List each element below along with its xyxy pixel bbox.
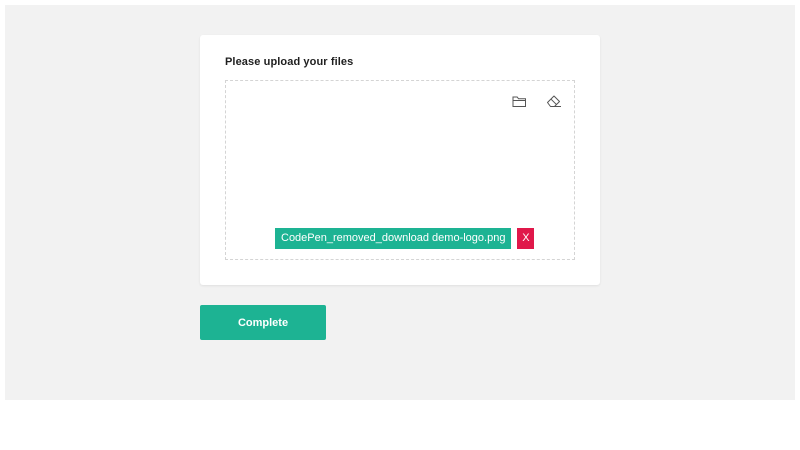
file-item: CodePen_removed_download demo-logo.png X (275, 228, 535, 249)
eraser-icon[interactable] (545, 92, 563, 110)
page-background: Please upload your files CodePen_removed… (5, 5, 795, 400)
file-name-tag: CodePen_removed_download demo-logo.png (275, 228, 512, 249)
complete-button[interactable]: Complete (200, 305, 326, 340)
upload-title: Please upload your files (225, 56, 354, 68)
remove-file-button[interactable]: X (517, 228, 535, 249)
folder-open-icon[interactable] (510, 92, 528, 110)
file-dropzone[interactable]: CodePen_removed_download demo-logo.png X (225, 80, 575, 260)
upload-card: Please upload your files CodePen_removed… (200, 35, 600, 285)
